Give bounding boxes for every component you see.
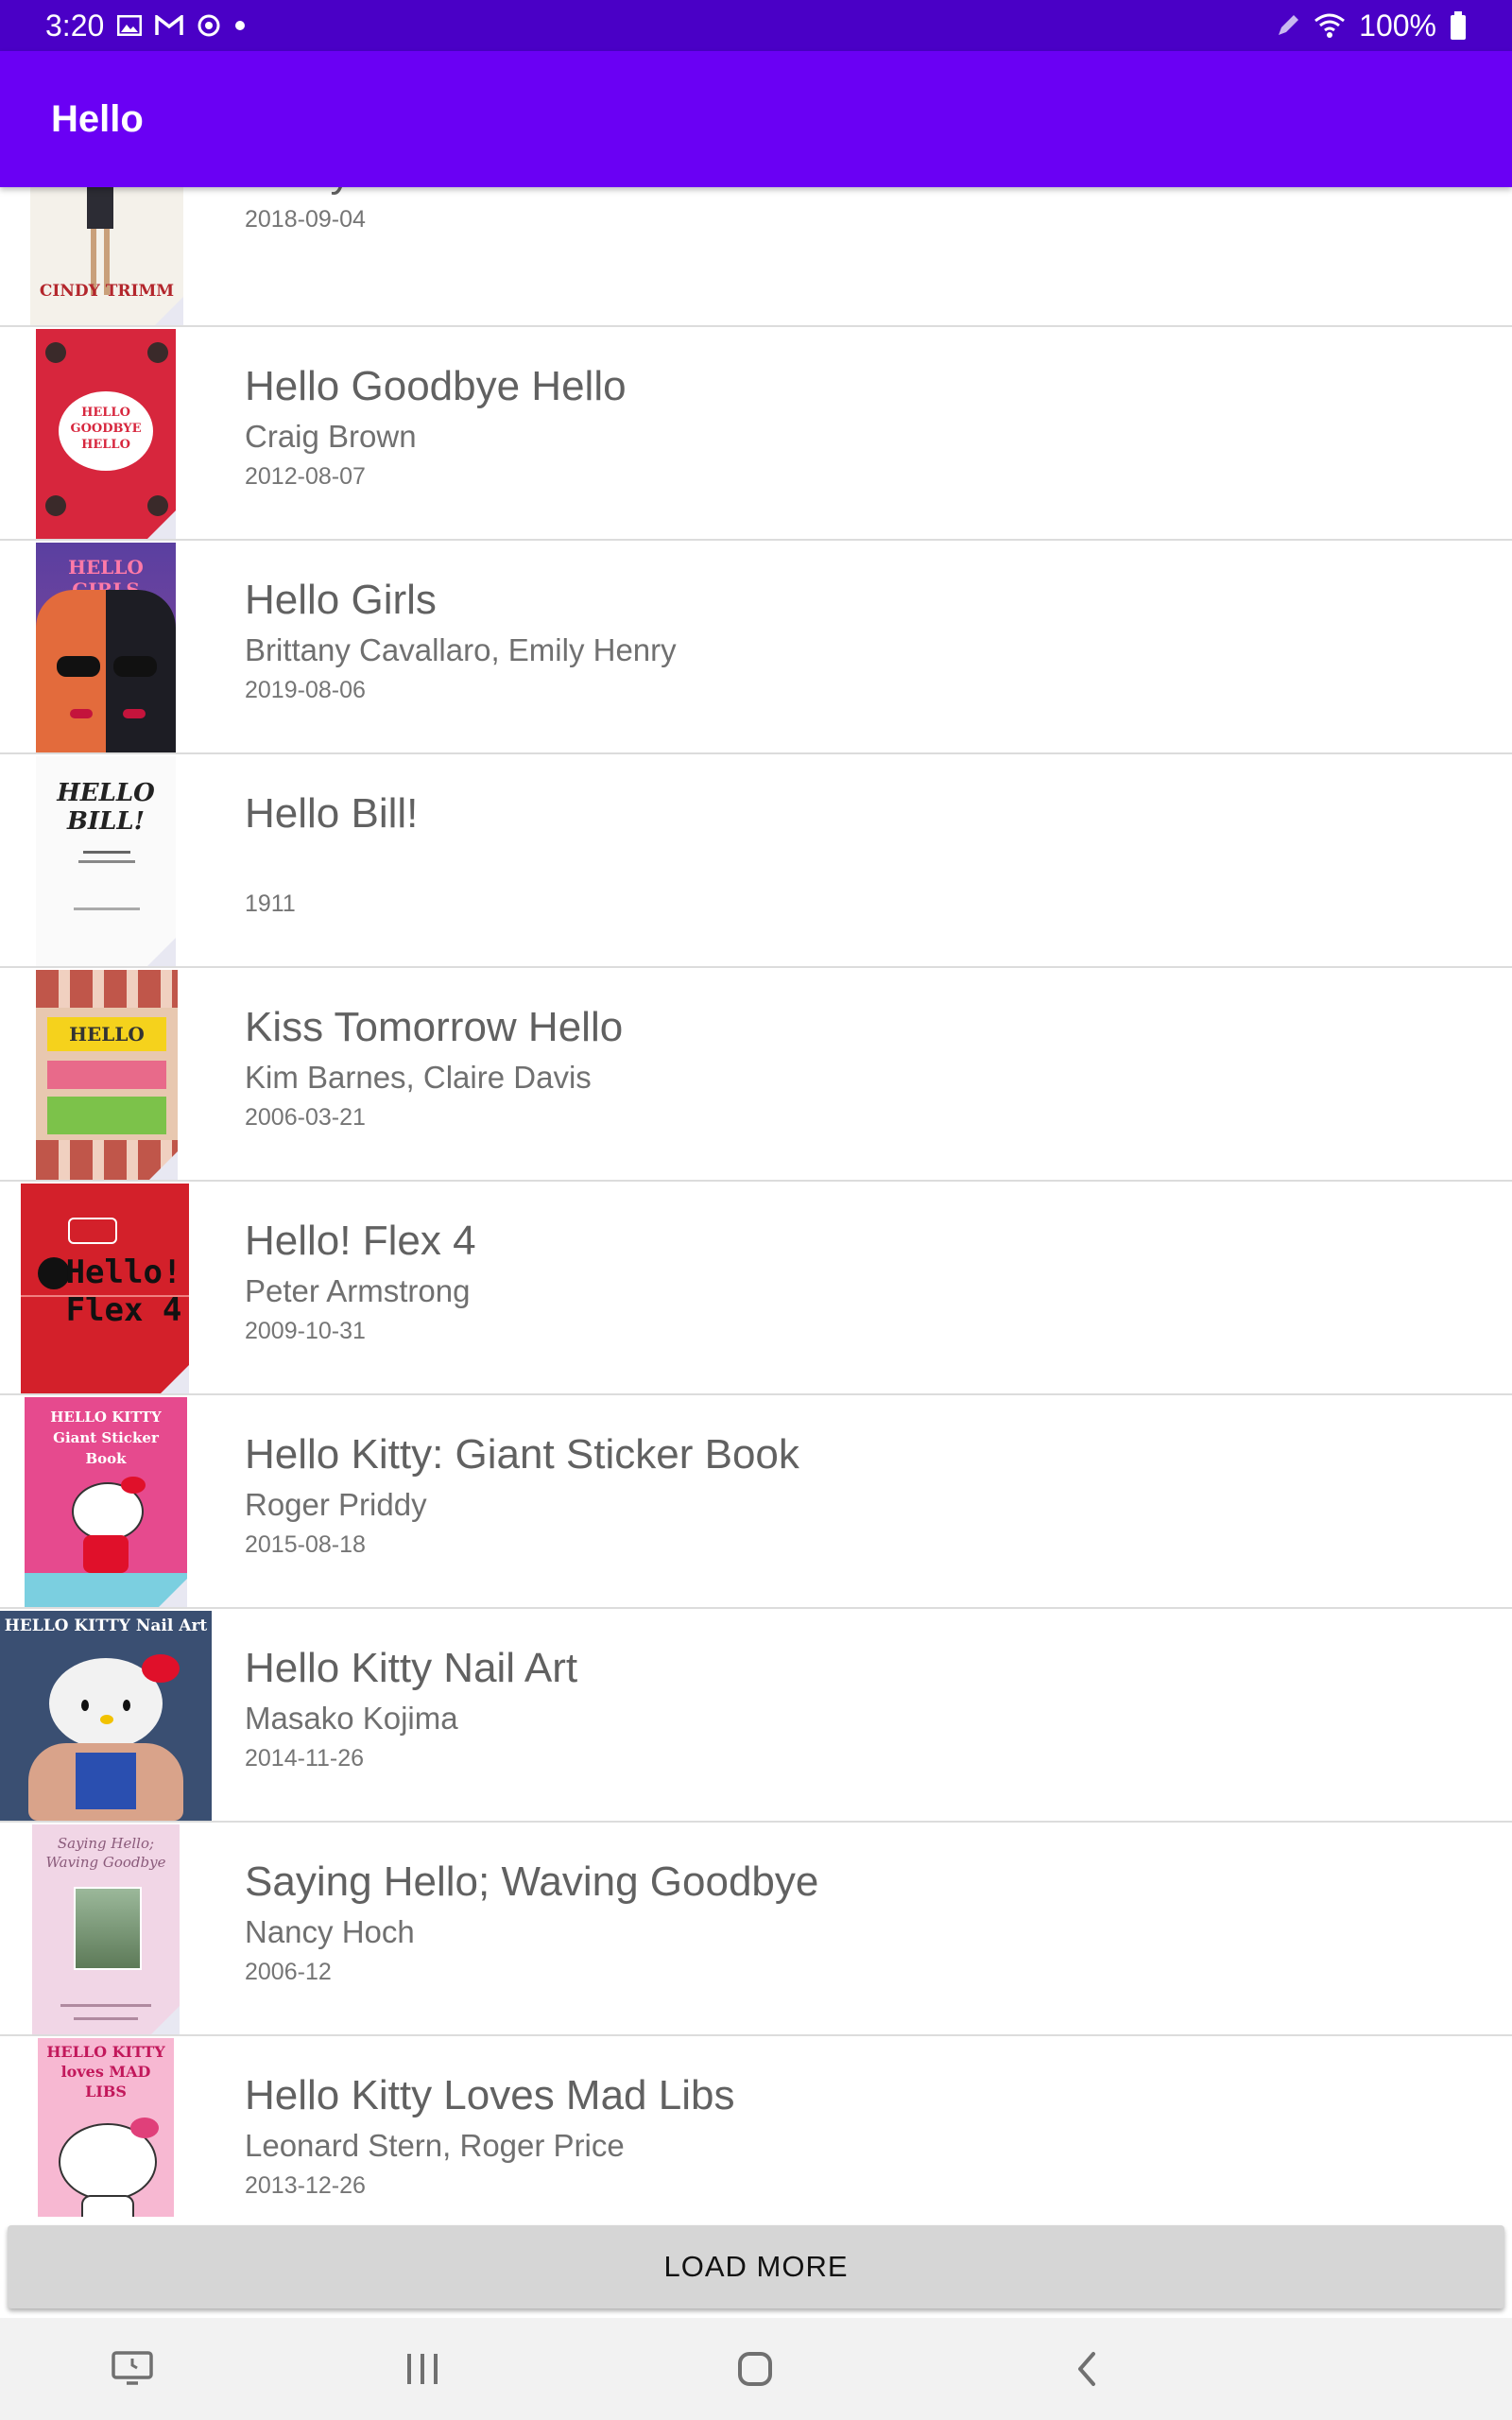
book-texts: Hello Bill! 1911 <box>245 788 418 921</box>
book-cover: HELLO GIRLS <box>36 543 176 752</box>
book-cover: HELLO KITTY Giant Sticker Book <box>25 1397 187 1607</box>
back-icon[interactable] <box>1030 2318 1143 2420</box>
book-author: Brittany Cavallaro, Emily Henry <box>245 632 677 667</box>
book-cover: HELLO GOODBYE HELLO <box>36 329 176 539</box>
book-author: Kim Barnes, Claire Davis <box>245 1060 592 1095</box>
cover-text: HELLO KITTY Giant Sticker Book <box>50 1409 162 1467</box>
book-texts: Hello Kitty Nail Art Masako Kojima 2014-… <box>245 1643 577 1775</box>
book-cover: HELLO BILL! <box>36 756 176 966</box>
book-date: 2014-11-26 <box>245 1745 365 1772</box>
book-date: 2018-09-04 <box>245 206 366 233</box>
book-row[interactable]: HELLO GOODBYE HELLO Hello Goodbye Hello … <box>0 327 1512 541</box>
book-title: Hello Kitty Loves Mad Libs <box>245 2072 735 2118</box>
status-left: 3:20 <box>45 9 246 43</box>
cover-text: Hello! Flex 4 <box>65 1253 182 1329</box>
book-texts: Hello Girls Brittany Cavallaro, Emily He… <box>245 575 677 707</box>
book-cover: CINDY TRIMM <box>30 187 183 325</box>
book-texts: Hello Goodbye Hello Craig Brown 2012-08-… <box>245 361 627 493</box>
book-title: Saying Hello; Waving Goodbye <box>245 1858 819 1905</box>
book-cover: HELLO KITTY loves MAD LIBS <box>38 2038 174 2217</box>
cover-text: HELLO GOODBYE HELLO <box>70 406 142 452</box>
book-date: 2006-03-21 <box>245 1104 366 1131</box>
book-title: Hello Goodbye Hello <box>245 363 627 409</box>
book-date: 2015-08-18 <box>245 1531 366 1558</box>
screenshot-icon[interactable] <box>76 2318 189 2420</box>
book-row[interactable]: HELLO Kiss Tomorrow Hello Kim Barnes, Cl… <box>0 968 1512 1182</box>
book-date: 2006-12 <box>245 1959 332 1985</box>
book-cover: Saying Hello; Waving Goodbye <box>32 1824 180 2034</box>
book-date: 2019-08-06 <box>245 677 366 703</box>
cover-text: HELLO KITTY Nail Art <box>4 1616 208 1635</box>
book-author: Peter Armstrong <box>245 1273 471 1308</box>
book-author: Craig Brown <box>245 419 417 454</box>
wifi-icon <box>1314 12 1346 39</box>
book-texts: Saying Hello; Waving Goodbye Nancy Hoch … <box>245 1857 818 1989</box>
book-title: Hello Kitty: Giant Sticker Book <box>245 1431 799 1478</box>
nav-bar <box>0 2318 1512 2420</box>
cover-text: Saying Hello; Waving Goodbye <box>45 1835 166 1871</box>
app-bar: Hello <box>0 51 1512 187</box>
gmail-icon <box>155 15 184 36</box>
book-row[interactable]: Hello! Flex 4 Hello! Flex 4 Peter Armstr… <box>0 1182 1512 1395</box>
book-author: Masako Kojima <box>245 1701 458 1736</box>
book-date: 2013-12-26 <box>245 2172 366 2199</box>
book-title: Kiss Tomorrow Hello <box>245 1004 624 1050</box>
book-texts: Kiss Tomorrow Hello Kim Barnes, Claire D… <box>245 1002 623 1134</box>
sync-icon <box>197 13 221 38</box>
pen-icon <box>1276 13 1300 38</box>
image-icon <box>117 15 143 36</box>
book-list[interactable]: CINDY TRIMM Cindy Trimm 2018-09-04 HELLO… <box>0 187 1512 2217</box>
book-author: Roger Priddy <box>245 1487 427 1522</box>
cover-text: HELLO BILL! <box>57 779 155 836</box>
book-row[interactable]: HELLO KITTY loves MAD LIBS Hello Kitty L… <box>0 2036 1512 2217</box>
dot-icon <box>234 20 246 31</box>
book-row[interactable]: HELLO BILL! Hello Bill! 1911 <box>0 754 1512 968</box>
book-cover: Hello! Flex 4 <box>21 1184 189 1393</box>
book-author <box>245 843 418 885</box>
book-row[interactable]: Saying Hello; Waving Goodbye Saying Hell… <box>0 1823 1512 2036</box>
book-texts: Hello! Flex 4 Peter Armstrong 2009-10-31 <box>245 1216 476 1348</box>
book-date: 2009-10-31 <box>245 1318 366 1344</box>
app-title: Hello <box>51 97 144 140</box>
book-row[interactable]: HELLO KITTY Giant Sticker Book Hello Kit… <box>0 1395 1512 1609</box>
book-texts: Hello Kitty: Giant Sticker Book Roger Pr… <box>245 1429 799 1562</box>
book-row[interactable]: HELLO KITTY Nail Art Hello Kitty Nail Ar… <box>0 1609 1512 1823</box>
cover-text: HELLO KITTY loves MAD LIBS <box>46 2043 165 2100</box>
recents-icon[interactable] <box>366 2318 479 2420</box>
book-author: Leonard Stern, Roger Price <box>245 2128 625 2163</box>
book-title: Hello! Flex 4 <box>245 1218 476 1264</box>
status-time: 3:20 <box>45 8 105 43</box>
book-row[interactable]: CINDY TRIMM Cindy Trimm 2018-09-04 <box>0 187 1512 327</box>
book-author: Nancy Hoch <box>245 1914 415 1949</box>
home-icon[interactable] <box>698 2318 812 2420</box>
status-bar: 3:20 100% <box>0 0 1512 51</box>
book-title: Hello Girls <box>245 577 437 623</box>
cover-text: HELLO <box>69 1023 145 1046</box>
battery-icon <box>1450 11 1467 40</box>
book-texts: Cindy Trimm 2018-09-04 <box>245 187 478 236</box>
book-title: Hello Kitty Nail Art <box>245 1645 578 1691</box>
book-row[interactable]: HELLO GIRLS Hello Girls Brittany Cavalla… <box>0 541 1512 754</box>
book-date: 2012-08-07 <box>245 463 366 490</box>
book-texts: Hello Kitty Loves Mad Libs Leonard Stern… <box>245 2070 734 2203</box>
book-date: 1911 <box>245 890 296 917</box>
load-more-button[interactable]: LOAD MORE <box>8 2225 1504 2308</box>
book-title: Cindy Trimm <box>245 187 478 199</box>
battery-percent: 100% <box>1359 8 1436 43</box>
status-right: 100% <box>1276 9 1467 43</box>
book-title: Hello Bill! <box>245 790 419 837</box>
book-cover: HELLO KITTY Nail Art <box>0 1611 212 1821</box>
book-cover: HELLO <box>36 970 178 1180</box>
